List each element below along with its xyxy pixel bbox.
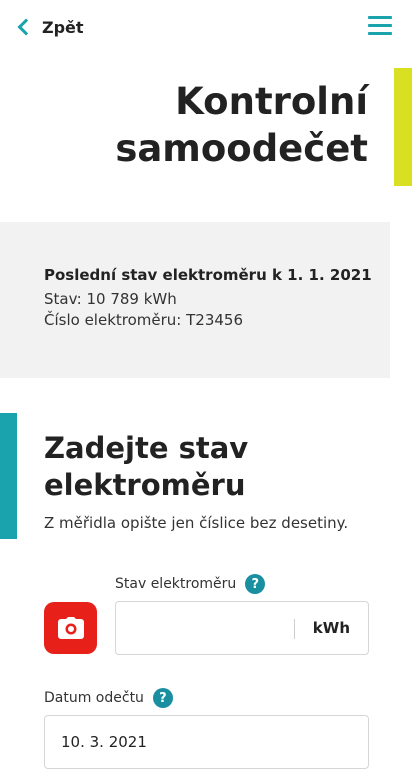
meter-label-row: Stav elektroměru ? (115, 574, 266, 594)
meter-reading-field: kWh (115, 601, 369, 655)
menu-line (368, 24, 392, 27)
top-bar: Zpět (0, 0, 412, 56)
meter-field-label: Stav elektroměru (115, 576, 237, 592)
title-accent-bar (394, 68, 412, 186)
meter-number: Číslo elektroměru: T23456 (44, 311, 243, 329)
entry-section-title: Zadejte stav elektroměru (44, 431, 249, 502)
back-label: Zpět (42, 17, 84, 37)
reading-date-value: 10. 3. 2021 (61, 733, 147, 751)
chevron-left-icon (17, 18, 35, 36)
page-title: Kontrolní samoodečet (115, 80, 368, 170)
last-reading-state: Stav: 10 789 kWh (44, 290, 177, 308)
last-reading-heading: Poslední stav elektroměru k 1. 1. 2021 (44, 266, 372, 284)
menu-line (368, 16, 392, 19)
hamburger-menu-icon[interactable] (368, 16, 392, 36)
camera-button[interactable] (44, 602, 97, 654)
last-reading-panel: Poslední stav elektroměru k 1. 1. 2021 S… (0, 222, 390, 378)
date-field-label: Datum odečtu (44, 690, 144, 706)
section-accent-bar (0, 413, 17, 539)
help-icon[interactable]: ? (245, 574, 266, 594)
unit-label: kWh (312, 619, 350, 637)
menu-line (368, 32, 392, 35)
help-icon[interactable]: ? (152, 688, 173, 708)
meter-reading-input[interactable] (116, 602, 292, 654)
entry-section-subtitle: Z měřidla opište jen číslice bez desetin… (44, 514, 349, 532)
unit-divider (294, 619, 295, 639)
reading-date-field[interactable]: 10. 3. 2021 (44, 715, 369, 769)
camera-icon (57, 617, 84, 639)
date-label-row: Datum odečtu ? (44, 688, 173, 708)
back-button[interactable]: Zpět (16, 12, 84, 42)
